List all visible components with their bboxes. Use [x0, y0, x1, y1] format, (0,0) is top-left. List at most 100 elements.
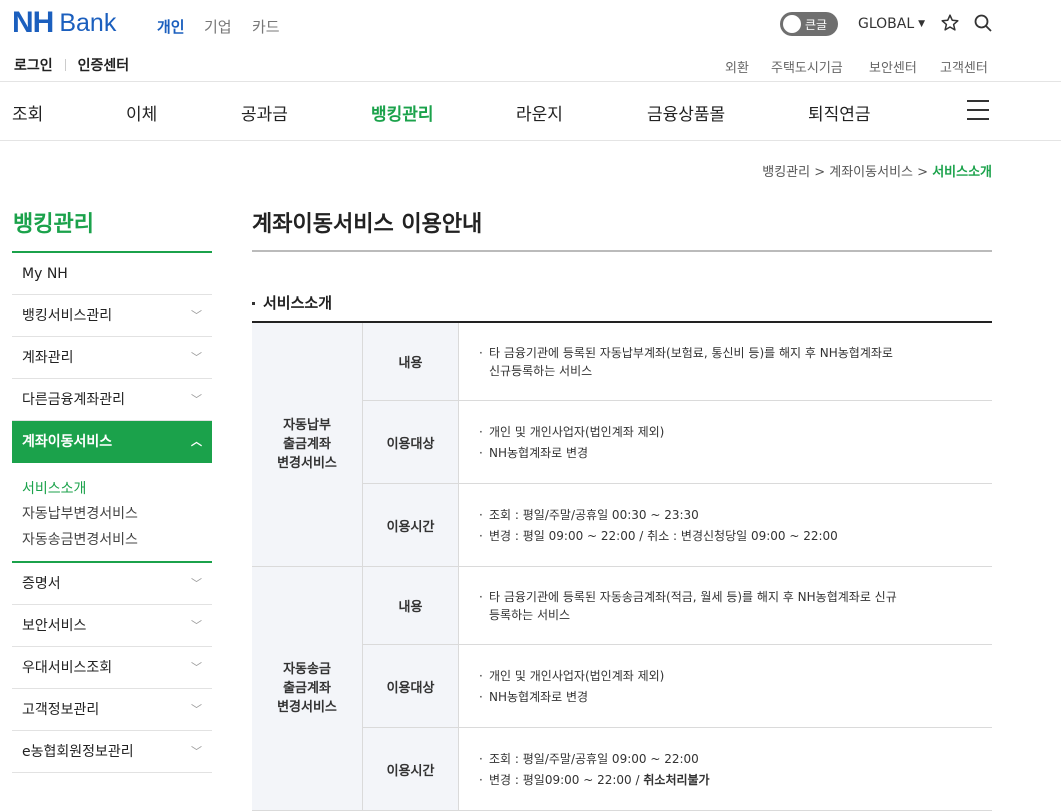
chevron-down-icon: ﹀	[191, 745, 202, 758]
util-link-housing-fund[interactable]: 주택도시기금	[771, 57, 843, 76]
side-menu-item-account[interactable]: 계좌관리 ﹀	[12, 337, 212, 379]
side-menu-item-preferential[interactable]: 우대서비스조회 ﹀	[12, 647, 212, 689]
side-submenu-autotransfer-change[interactable]: 자동송금변경서비스	[22, 529, 138, 549]
side-menu-item-account-switch[interactable]: 계좌이동서비스 ︿	[12, 421, 212, 463]
gnb-item-utility-bills[interactable]: 공과금	[241, 100, 288, 125]
table-group-header: 자동납부 출금계좌 변경서비스	[252, 323, 363, 567]
gnb-item-lounge[interactable]: 라운지	[516, 100, 563, 125]
global-label: GLOBAL	[858, 16, 915, 32]
section-title: 서비스소개	[252, 292, 332, 313]
side-menu-item-label: 다른금융계좌관리	[22, 392, 126, 408]
sector-tab-business[interactable]: 기업	[204, 16, 232, 37]
cell-line: 타 금융기관에 등록된 자동납부계좌(보험료, 통신비 등)를 해지 후 NH농…	[479, 344, 992, 362]
certificate-center-link[interactable]: 인증센터	[78, 55, 130, 75]
search-icon[interactable]	[973, 13, 993, 33]
chevron-down-icon: ﹀	[191, 703, 202, 716]
breadcrumb-item[interactable]: 계좌이동서비스	[829, 165, 913, 180]
section-title-text: 서비스소개	[263, 294, 333, 312]
side-menu-item-label: 계좌관리	[22, 350, 74, 366]
gnb-item-inquiry[interactable]: 조회	[12, 100, 43, 125]
side-menu-item-other-accounts[interactable]: 다른금융계좌관리 ﹀	[12, 379, 212, 421]
util-link-customer-center[interactable]: 고객센터	[940, 57, 988, 76]
group-name-line: 출금계좌	[283, 681, 331, 696]
page-title: 계좌이동서비스 이용안내	[252, 212, 483, 237]
breadcrumb-current: 서비스소개	[932, 165, 992, 180]
side-menu-item-label: 보안서비스	[22, 618, 87, 634]
chevron-down-icon: ﹀	[191, 661, 202, 674]
side-submenu-autopay-change[interactable]: 자동납부변경서비스	[22, 503, 138, 523]
chevron-down-icon: ﹀	[191, 351, 202, 364]
bullet	[252, 302, 255, 305]
side-menu-item-my-nh[interactable]: My NH	[12, 253, 212, 295]
table-row-header: 이용대상	[363, 401, 459, 484]
table-row-header: 내용	[363, 323, 459, 401]
nh-bank-logo[interactable]: NH Bank	[12, 6, 117, 39]
table-row-header: 이용대상	[363, 645, 459, 728]
group-name-line: 자동납부	[283, 418, 331, 433]
side-menu-item-certificate[interactable]: 증명서 ﹀	[12, 563, 212, 605]
sector-tab-personal[interactable]: 개인	[157, 16, 185, 37]
cell-line: 타 금융기관에 등록된 자동송금계좌(적금, 월세 등)를 해지 후 NH농협계…	[479, 588, 992, 606]
side-menu-item-label: 고객정보관리	[22, 702, 100, 718]
group-name-line: 자동송금	[283, 662, 331, 677]
side-menu-item-label: 뱅킹서비스관리	[22, 308, 113, 324]
caret-down-icon: ▼	[918, 19, 926, 29]
side-menu-item-label: 우대서비스조회	[22, 660, 113, 676]
cell-line: 변경 : 평일09:00 ~ 22:00 /	[489, 772, 644, 787]
chevron-down-icon: ﹀	[191, 619, 202, 632]
side-menu-item-label: My NH	[22, 266, 68, 282]
cell-line: NH농협계좌로 변경	[479, 444, 992, 462]
cell-line: 개인 및 개인사업자(법인계좌 제외)	[479, 423, 992, 441]
table-cell: 타 금융기관에 등록된 자동송금계좌(적금, 월세 등)를 해지 후 NH농협계…	[459, 567, 992, 645]
gnb-item-financial-mall[interactable]: 금융상품몰	[647, 100, 725, 125]
table-cell: 타 금융기관에 등록된 자동납부계좌(보험료, 통신비 등)를 해지 후 NH농…	[459, 323, 992, 401]
table-group-header: 자동송금 출금계좌 변경서비스	[252, 567, 363, 811]
gnb-item-pension[interactable]: 퇴직연금	[808, 100, 871, 125]
table-row-header: 내용	[363, 567, 459, 645]
cell-line: 조회 : 평일/주말/공휴일 09:00 ~ 22:00	[479, 750, 992, 768]
sector-tab-card[interactable]: 카드	[252, 16, 280, 37]
table-cell: 조회 : 평일/주말/공휴일 00:30 ~ 23:30 변경 : 평일 09:…	[459, 484, 992, 567]
chevron-down-icon: ﹀	[191, 309, 202, 322]
side-menu-title: 뱅킹관리	[13, 212, 94, 237]
divider	[64, 59, 66, 71]
side-menu-item-customer-info[interactable]: 고객정보관리 ﹀	[12, 689, 212, 731]
logo-nh-text: NH	[12, 6, 54, 39]
service-table: 자동납부 출금계좌 변경서비스 내용 타 금융기관에 등록된 자동납부계좌(보험…	[252, 321, 992, 811]
divider	[0, 81, 1061, 82]
top-bar: NH Bank 개인 기업 카드 큰글 GLOBAL ▼	[0, 0, 1061, 50]
large-text-toggle[interactable]: 큰글	[780, 12, 838, 36]
util-link-security-center[interactable]: 보안센터	[869, 57, 917, 76]
table-cell: 개인 및 개인사업자(법인계좌 제외) NH농협계좌로 변경	[459, 401, 992, 484]
cell-line: 개인 및 개인사업자(법인계좌 제외)	[479, 667, 992, 685]
cell-line: 변경 : 평일 09:00 ~ 22:00 / 취소 : 변경신청당일 09:0…	[479, 527, 992, 545]
divider	[0, 140, 1061, 141]
chevron-up-icon: ︿	[191, 435, 202, 448]
star-icon[interactable]	[940, 13, 960, 33]
side-menu-item-security[interactable]: 보안서비스 ﹀	[12, 605, 212, 647]
table-cell: 개인 및 개인사업자(법인계좌 제외) NH농협계좌로 변경	[459, 645, 992, 728]
breadcrumb: 뱅킹관리 > 계좌이동서비스 > 서비스소개	[762, 161, 992, 180]
global-menu[interactable]: GLOBAL ▼	[858, 16, 925, 32]
group-name-line: 변경서비스	[277, 700, 337, 715]
divider	[252, 250, 992, 252]
gnb-item-transfer[interactable]: 이체	[126, 100, 157, 125]
toggle-knob	[783, 15, 801, 33]
gnb-item-banking-management[interactable]: 뱅킹관리	[371, 100, 434, 125]
side-menu-item-banking-service[interactable]: 뱅킹서비스관리 ﹀	[12, 295, 212, 337]
login-link[interactable]: 로그인	[14, 55, 53, 75]
cancel-not-allowed-text: 취소처리불가	[643, 772, 710, 787]
group-name-line: 변경서비스	[277, 456, 337, 471]
chevron-down-icon: ﹀	[191, 577, 202, 590]
breadcrumb-item[interactable]: 뱅킹관리	[762, 165, 810, 180]
side-submenu-service-intro[interactable]: 서비스소개	[22, 478, 86, 498]
hamburger-icon[interactable]	[967, 100, 989, 120]
side-menu-item-member-info[interactable]: e농협회원정보관리 ﹀	[12, 731, 212, 773]
cell-line: 등록하는 서비스	[489, 607, 571, 622]
table-cell: 조회 : 평일/주말/공휴일 09:00 ~ 22:00 변경 : 평일09:0…	[459, 728, 992, 811]
side-menu-item-label: e농협회원정보관리	[22, 744, 134, 760]
cell-line: 신규등록하는 서비스	[489, 363, 593, 378]
util-link-forex[interactable]: 외환	[725, 57, 749, 76]
logo-bank-text: Bank	[59, 8, 117, 37]
table-row-header: 이용시간	[363, 728, 459, 811]
